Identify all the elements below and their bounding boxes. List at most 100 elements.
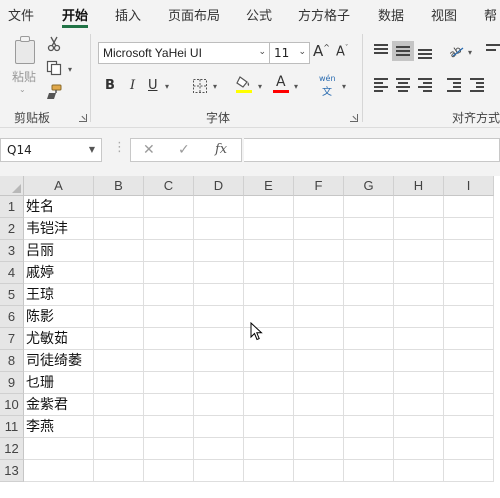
- cell-c7[interactable]: [144, 328, 194, 350]
- font-size-select[interactable]: 11 ⌄: [270, 42, 310, 64]
- column-header-d[interactable]: D: [194, 176, 244, 196]
- cell-h1[interactable]: [394, 196, 444, 218]
- cell-f11[interactable]: [294, 416, 344, 438]
- format-painter-icon[interactable]: [46, 84, 62, 100]
- cell-i3[interactable]: [444, 240, 494, 262]
- cell-a2[interactable]: 韦铠沣: [24, 218, 94, 240]
- clipboard-launcher-icon[interactable]: [79, 114, 87, 122]
- cell-h2[interactable]: [394, 218, 444, 240]
- cell-e11[interactable]: [244, 416, 294, 438]
- cell-c2[interactable]: [144, 218, 194, 240]
- cell-e5[interactable]: [244, 284, 294, 306]
- row-header[interactable]: 7: [0, 328, 24, 350]
- cell-g6[interactable]: [344, 306, 394, 328]
- cell-i13[interactable]: [444, 460, 494, 482]
- cell-c13[interactable]: [144, 460, 194, 482]
- cell-i5[interactable]: [444, 284, 494, 306]
- cell-d6[interactable]: [194, 306, 244, 328]
- cell-h10[interactable]: [394, 394, 444, 416]
- italic-button[interactable]: I: [130, 78, 135, 94]
- column-header-c[interactable]: C: [144, 176, 194, 196]
- cell-f10[interactable]: [294, 394, 344, 416]
- cell-b1[interactable]: [94, 196, 144, 218]
- increase-indent-button[interactable]: [470, 78, 486, 92]
- cell-i6[interactable]: [444, 306, 494, 328]
- top-align-button[interactable]: [374, 44, 390, 58]
- cell-i4[interactable]: [444, 262, 494, 284]
- insert-function-button[interactable]: fx: [215, 142, 227, 157]
- copy-dropdown-icon[interactable]: ▾: [68, 65, 72, 74]
- cell-b10[interactable]: [94, 394, 144, 416]
- cell-a13[interactable]: [24, 460, 94, 482]
- cell-h6[interactable]: [394, 306, 444, 328]
- font-name-select[interactable]: Microsoft YaHei UI ⌄: [98, 42, 270, 64]
- cell-i10[interactable]: [444, 394, 494, 416]
- cell-f4[interactable]: [294, 262, 344, 284]
- cell-c12[interactable]: [144, 438, 194, 460]
- borders-dropdown-icon[interactable]: ▾: [213, 82, 217, 91]
- wrap-text-button[interactable]: [486, 44, 500, 58]
- paste-dropdown-icon[interactable]: ⌄: [19, 85, 26, 94]
- cell-g9[interactable]: [344, 372, 394, 394]
- cell-c1[interactable]: [144, 196, 194, 218]
- cell-h7[interactable]: [394, 328, 444, 350]
- fill-color-dropdown-icon[interactable]: ▾: [258, 82, 262, 91]
- font-color-button[interactable]: A: [276, 74, 286, 90]
- cell-h3[interactable]: [394, 240, 444, 262]
- cell-h9[interactable]: [394, 372, 444, 394]
- increase-font-size-button[interactable]: A^: [313, 42, 330, 60]
- cell-b11[interactable]: [94, 416, 144, 438]
- bold-button[interactable]: B: [105, 78, 115, 94]
- cell-e12[interactable]: [244, 438, 294, 460]
- row-header[interactable]: 11: [0, 416, 24, 438]
- row-header[interactable]: 6: [0, 306, 24, 328]
- cell-d5[interactable]: [194, 284, 244, 306]
- select-all-button[interactable]: [0, 176, 24, 196]
- cell-d4[interactable]: [194, 262, 244, 284]
- column-header-i[interactable]: I: [444, 176, 494, 196]
- formula-input[interactable]: [244, 138, 500, 162]
- cell-c4[interactable]: [144, 262, 194, 284]
- cell-c8[interactable]: [144, 350, 194, 372]
- row-header[interactable]: 13: [0, 460, 24, 482]
- cell-f6[interactable]: [294, 306, 344, 328]
- cell-f2[interactable]: [294, 218, 344, 240]
- cell-h5[interactable]: [394, 284, 444, 306]
- underline-dropdown-icon[interactable]: ▾: [165, 82, 169, 91]
- cell-d9[interactable]: [194, 372, 244, 394]
- column-header-e[interactable]: E: [244, 176, 294, 196]
- cell-g7[interactable]: [344, 328, 394, 350]
- row-header[interactable]: 2: [0, 218, 24, 240]
- cell-i11[interactable]: [444, 416, 494, 438]
- name-box[interactable]: Q14 ▼: [0, 138, 102, 162]
- cell-c5[interactable]: [144, 284, 194, 306]
- column-header-f[interactable]: F: [294, 176, 344, 196]
- copy-icon[interactable]: [46, 60, 62, 76]
- cell-f7[interactable]: [294, 328, 344, 350]
- phonetic-guide-button[interactable]: 文: [322, 83, 332, 98]
- cell-a11[interactable]: 李燕: [24, 416, 94, 438]
- cell-i2[interactable]: [444, 218, 494, 240]
- cell-f8[interactable]: [294, 350, 344, 372]
- cell-a1[interactable]: 姓名: [24, 196, 94, 218]
- cell-i1[interactable]: [444, 196, 494, 218]
- cell-d10[interactable]: [194, 394, 244, 416]
- align-center-button[interactable]: [396, 78, 412, 92]
- decrease-indent-button[interactable]: [447, 78, 463, 92]
- cell-i7[interactable]: [444, 328, 494, 350]
- cell-a8[interactable]: 司徒绮萎: [24, 350, 94, 372]
- cell-a3[interactable]: 吕丽: [24, 240, 94, 262]
- tab-home[interactable]: 开始: [62, 5, 88, 24]
- cell-f12[interactable]: [294, 438, 344, 460]
- cell-b3[interactable]: [94, 240, 144, 262]
- cell-e3[interactable]: [244, 240, 294, 262]
- cell-c11[interactable]: [144, 416, 194, 438]
- cell-e9[interactable]: [244, 372, 294, 394]
- tab-formulas[interactable]: 公式: [246, 5, 272, 24]
- cell-e4[interactable]: [244, 262, 294, 284]
- row-header[interactable]: 9: [0, 372, 24, 394]
- cell-a5[interactable]: 王琼: [24, 284, 94, 306]
- tab-view[interactable]: 视图: [431, 5, 457, 24]
- cell-b9[interactable]: [94, 372, 144, 394]
- cell-b6[interactable]: [94, 306, 144, 328]
